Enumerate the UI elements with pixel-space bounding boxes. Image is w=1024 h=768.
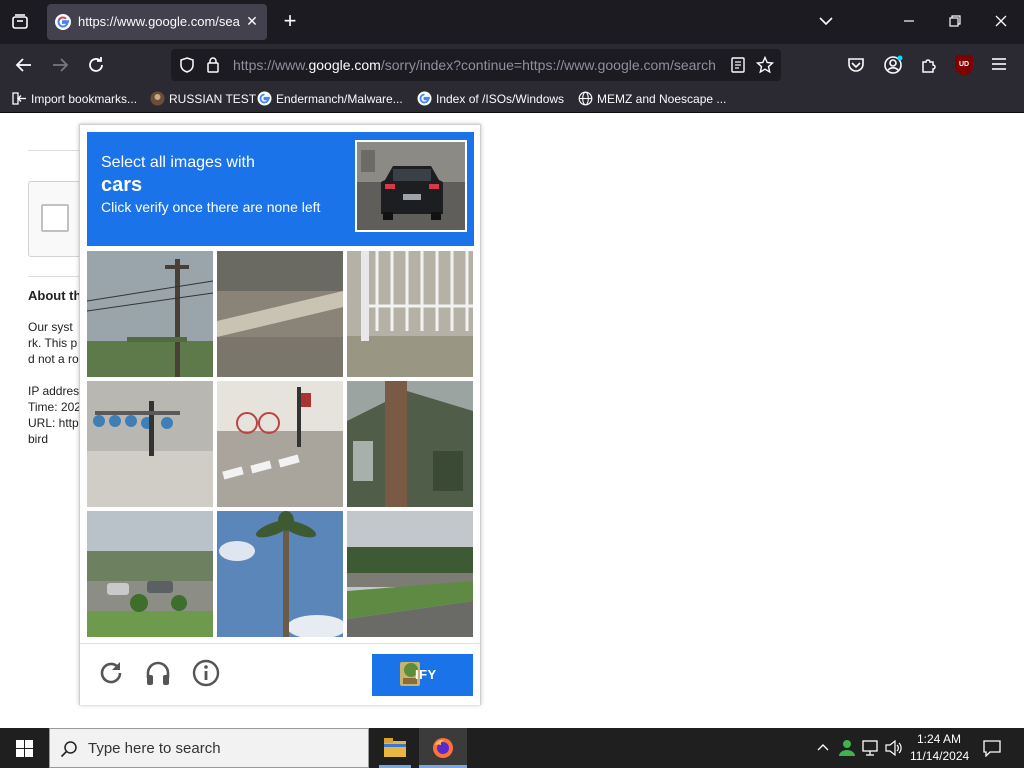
tab-title: https://www.google.com/searc xyxy=(78,14,240,29)
audio-challenge-headphones-icon[interactable] xyxy=(143,658,173,688)
lock-icon[interactable] xyxy=(206,56,220,73)
reader-view-icon[interactable] xyxy=(731,57,745,73)
image-tile[interactable] xyxy=(87,511,213,637)
sample-car-image xyxy=(355,140,467,232)
bookmark-endermanch[interactable]: Endermanch/Malware... xyxy=(257,90,403,110)
bookmark-index-isos[interactable]: Index of /ISOs/Windows xyxy=(417,90,564,110)
bookmark-star-icon[interactable] xyxy=(756,56,774,74)
tab-overview-icon[interactable] xyxy=(11,13,29,31)
image-tile[interactable] xyxy=(87,381,213,507)
bookmark-import[interactable]: Import bookmarks... xyxy=(12,90,137,110)
url-text[interactable]: https://www.google.com/sorry/index?conti… xyxy=(233,57,718,73)
firefox-icon xyxy=(433,738,453,758)
google-icon xyxy=(55,14,71,30)
ip-address-line: IP addres xyxy=(28,384,80,398)
page-paragraph-line: rk. This p xyxy=(28,336,78,350)
image-tile[interactable] xyxy=(217,381,343,507)
tab-close-icon[interactable]: ✕ xyxy=(243,11,261,31)
bookmark-memz[interactable]: MEMZ and Noescape ... xyxy=(578,90,726,110)
reload-icon[interactable] xyxy=(87,56,105,74)
folder-icon xyxy=(384,738,406,757)
show-hidden-icons-chevron-icon[interactable] xyxy=(816,742,830,752)
bookmark-russian-test[interactable]: RUSSIAN TEST xyxy=(150,90,256,110)
taskbar-search-box[interactable]: Type here to search xyxy=(49,728,369,768)
close-window-icon[interactable] xyxy=(995,15,1007,27)
verify-button[interactable]: IFY xyxy=(372,654,473,696)
back-arrow-icon[interactable] xyxy=(15,56,33,74)
challenge-footer: IFY xyxy=(80,643,480,705)
import-icon xyxy=(12,92,26,105)
windows-taskbar: Type here to search 1:24 AM 11/14/2024 xyxy=(0,728,1024,768)
minimize-icon[interactable] xyxy=(903,15,915,27)
reload-challenge-icon[interactable] xyxy=(96,658,126,688)
info-icon[interactable] xyxy=(191,658,221,688)
search-placeholder: Type here to search xyxy=(88,740,221,757)
firefox-taskbar-button[interactable] xyxy=(419,728,467,768)
network-icon[interactable] xyxy=(862,740,880,756)
image-tile[interactable] xyxy=(347,381,473,507)
recaptcha-challenge-dialog: Select all images with cars Click verify… xyxy=(79,124,481,705)
clock-date[interactable]: 11/14/2024 xyxy=(910,749,969,763)
new-tab-button[interactable]: + xyxy=(279,10,301,33)
target-object: cars xyxy=(101,174,143,196)
instruction-line: Select all images with xyxy=(101,154,255,171)
tab-bar: https://www.google.com/searc ✕ + xyxy=(0,0,1024,44)
image-tile[interactable] xyxy=(87,251,213,377)
url-line: URL: http xyxy=(28,416,79,430)
pocket-icon[interactable] xyxy=(847,56,865,74)
file-explorer-taskbar-button[interactable] xyxy=(371,728,419,768)
navigation-toolbar: https://www.google.com/sorry/index?conti… xyxy=(0,44,1024,86)
about-heading: About th xyxy=(28,288,82,303)
account-icon[interactable] xyxy=(883,55,903,75)
restore-icon[interactable] xyxy=(949,15,961,27)
instruction-subline: Click verify once there are none left xyxy=(101,199,321,215)
page-paragraph-line: d not a ro xyxy=(28,352,79,366)
extra-line: bird xyxy=(28,432,49,446)
time-line: Time: 202 xyxy=(28,400,81,414)
verify-label: IFY xyxy=(415,667,437,682)
user-tray-icon[interactable] xyxy=(838,739,856,757)
google-icon xyxy=(257,91,272,106)
image-tile[interactable] xyxy=(217,251,343,377)
clock-time[interactable]: 1:24 AM xyxy=(917,732,961,746)
image-tile[interactable] xyxy=(217,511,343,637)
notifications-icon[interactable] xyxy=(983,740,1001,757)
image-tile[interactable] xyxy=(347,511,473,637)
browser-tab[interactable]: https://www.google.com/searc ✕ xyxy=(47,4,267,40)
globe-icon xyxy=(578,91,593,106)
forward-arrow-icon[interactable] xyxy=(51,56,69,74)
address-bar[interactable]: https://www.google.com/sorry/index?conti… xyxy=(171,49,781,81)
ublock-extension-icon[interactable]: UD xyxy=(955,55,973,75)
volume-icon[interactable] xyxy=(885,740,903,756)
shield-icon[interactable] xyxy=(179,57,195,73)
page-paragraph-line: Our syst xyxy=(28,320,73,334)
google-icon xyxy=(417,91,432,106)
extensions-puzzle-icon[interactable] xyxy=(920,56,938,74)
list-all-tabs-chevron-icon[interactable] xyxy=(818,15,834,27)
hamburger-menu-icon[interactable] xyxy=(991,57,1007,71)
recaptcha-checkbox[interactable] xyxy=(41,204,69,232)
windows-start-icon[interactable] xyxy=(16,740,33,757)
challenge-header: Select all images with cars Click verify… xyxy=(87,132,474,246)
image-tile[interactable] xyxy=(347,251,473,377)
search-icon xyxy=(60,741,77,758)
bookmarks-toolbar: Import bookmarks... RUSSIAN TEST Enderma… xyxy=(0,86,1024,113)
avatar-icon xyxy=(150,91,165,106)
